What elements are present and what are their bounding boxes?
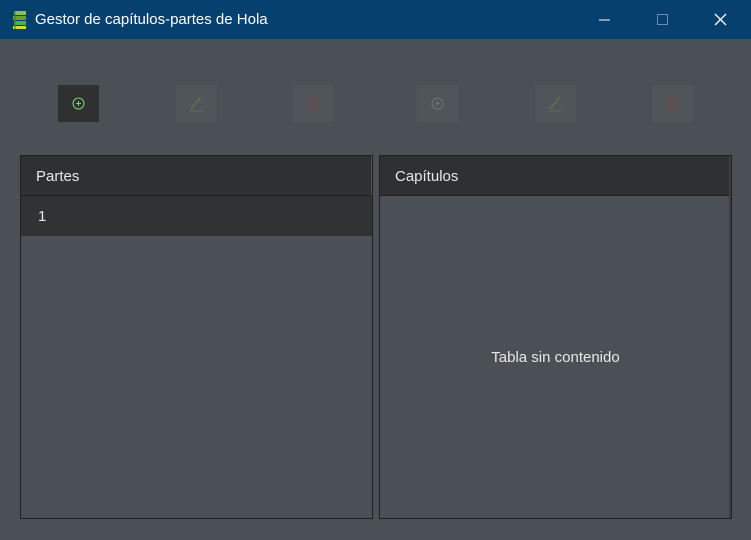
chapters-table[interactable]: Capítulos Tabla sin contenido	[379, 155, 732, 519]
add-chapter-button[interactable]	[417, 85, 458, 122]
close-button[interactable]	[692, 0, 750, 39]
chapters-header-label: Capítulos	[395, 168, 459, 185]
chapters-scrollbar	[729, 156, 731, 518]
window-title: Gestor de capítulos-partes de Hola	[35, 11, 268, 28]
parts-table-header[interactable]: Partes	[21, 156, 371, 196]
add-part-button[interactable]	[58, 85, 99, 122]
edit-chapter-button[interactable]	[535, 85, 576, 122]
plus-circle-icon	[72, 97, 85, 110]
empty-table-message: Tabla sin contenido	[491, 349, 620, 366]
title-bar[interactable]: Gestor de capítulos-partes de Hola	[0, 0, 751, 39]
trash-icon	[666, 97, 679, 111]
delete-part-button[interactable]	[293, 85, 334, 122]
plus-circle-icon	[431, 97, 444, 110]
minimize-button[interactable]	[575, 0, 633, 39]
minimize-icon	[599, 19, 610, 21]
parts-header-label: Partes	[36, 168, 80, 185]
app-window: Gestor de capítulos-partes de Hola Parte…	[0, 0, 751, 540]
edit-part-button[interactable]	[176, 85, 217, 122]
books-icon	[11, 10, 29, 30]
close-icon	[714, 13, 727, 26]
pencil-icon	[189, 96, 204, 112]
table-row[interactable]: 1	[21, 196, 372, 236]
pencil-icon	[548, 96, 563, 112]
parts-table[interactable]: Partes 1	[20, 155, 373, 519]
delete-chapter-button[interactable]	[652, 85, 693, 122]
chapters-table-header[interactable]: Capítulos	[380, 156, 729, 196]
maximize-icon	[657, 14, 668, 25]
maximize-button[interactable]	[633, 0, 691, 39]
part-cell: 1	[38, 208, 47, 225]
trash-icon	[307, 97, 320, 111]
